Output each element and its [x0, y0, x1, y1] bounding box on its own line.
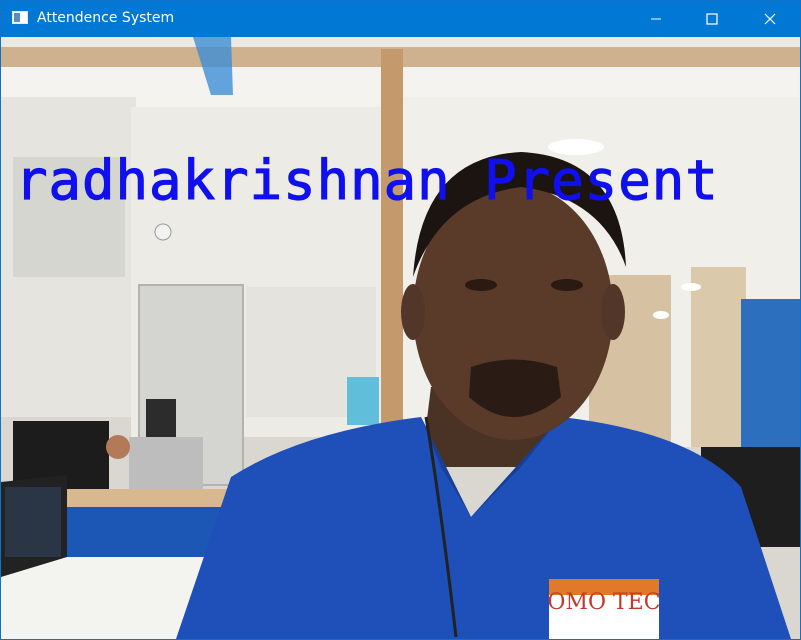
camera-feed: OMO TEC radhakrishnan Present: [1, 37, 800, 639]
minimize-icon: [651, 18, 661, 20]
shirt-logo-text: OMO TEC: [547, 590, 660, 615]
close-button[interactable]: [747, 1, 793, 37]
close-icon: [764, 13, 776, 25]
window-title: Attendence System: [37, 10, 175, 26]
attendance-window: Attendence System OMO TEC radhakrishnan …: [0, 0, 801, 640]
title-bar[interactable]: Attendence System: [1, 1, 800, 37]
camera-image: OMO TEC: [1, 37, 800, 639]
minimize-button[interactable]: [633, 1, 679, 37]
maximize-icon: [706, 13, 718, 25]
recognition-overlay-text: radhakrishnan Present: [14, 148, 719, 212]
maximize-button[interactable]: [689, 1, 735, 37]
app-icon: [12, 11, 28, 24]
